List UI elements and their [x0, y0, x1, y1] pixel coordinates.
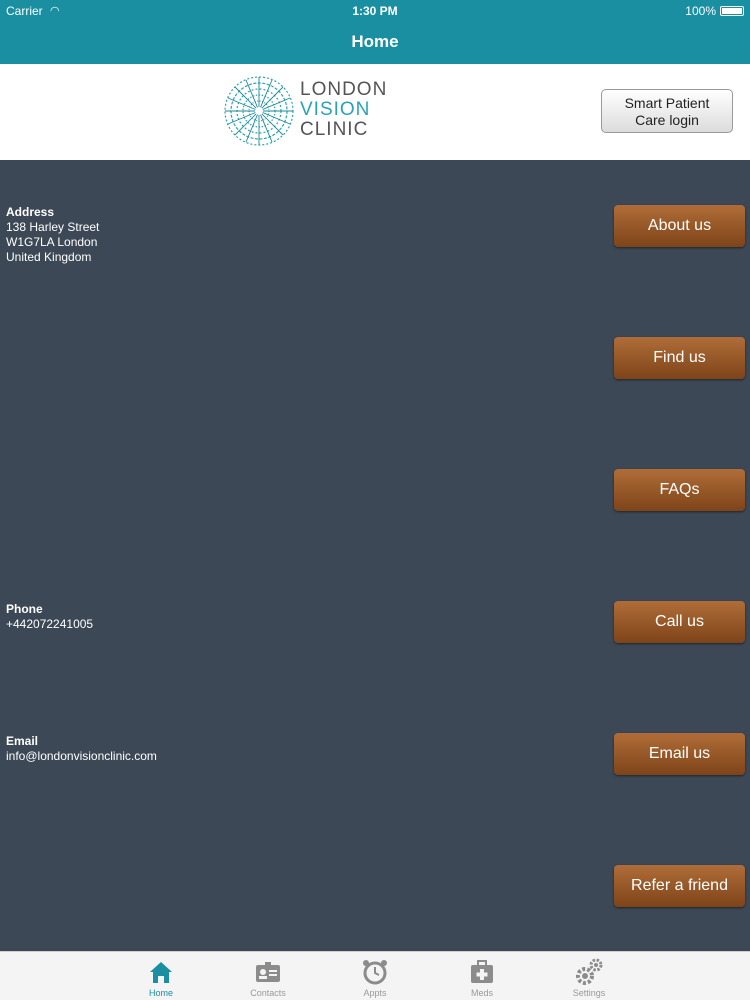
phone-label: Phone: [6, 602, 43, 616]
medical-kit-icon: [471, 960, 493, 983]
address-value: 138 Harley Street W1G7LA London United K…: [6, 220, 100, 264]
alarm-clock-icon: [363, 960, 387, 985]
clinic-wordmark: LONDON VISION CLINIC: [300, 80, 387, 140]
status-time: 1:30 PM: [352, 4, 398, 18]
logo-line-vision: VISION: [300, 99, 371, 120]
tab-meds-label: Meds: [470, 988, 493, 998]
status-bar: Carrier ◠ 1:30 PM 100%: [0, 0, 750, 22]
tab-contacts-label: Contacts: [250, 988, 286, 998]
page-title: Home: [351, 32, 399, 51]
battery-percent: 100%: [685, 4, 716, 18]
logo-line-london: LONDON: [300, 79, 388, 100]
battery-icon: [720, 6, 744, 16]
faqs-button[interactable]: FAQs: [614, 469, 745, 511]
tab-bar: Home Contacts Appts Meds Settings: [0, 951, 750, 1000]
phone-block: Phone +442072241005: [6, 602, 93, 632]
address-block: Address 138 Harley Street W1G7LA London …: [6, 205, 99, 265]
smart-patient-care-login-button[interactable]: Smart Patient Care login: [601, 89, 733, 133]
find-us-button[interactable]: Find us: [614, 337, 745, 379]
tab-contacts[interactable]: Contacts: [228, 952, 308, 1000]
email-value: info@londonvisionclinic.com: [6, 749, 157, 763]
gears-icon: [576, 958, 603, 985]
clinic-logo-icon: [224, 76, 294, 146]
tab-appts[interactable]: Appts: [335, 952, 415, 1000]
email-us-button[interactable]: Email us: [614, 733, 745, 775]
tab-settings[interactable]: Settings: [549, 952, 629, 1000]
logo-line-clinic: CLINIC: [300, 119, 369, 140]
about-us-button[interactable]: About us: [614, 205, 745, 247]
phone-value: +442072241005: [6, 617, 94, 631]
home-icon: [150, 962, 172, 983]
tab-home[interactable]: Home: [121, 952, 201, 1000]
tab-home-label: Home: [148, 988, 173, 998]
call-us-button[interactable]: Call us: [614, 601, 745, 643]
email-block: Email info@londonvisionclinic.com: [6, 734, 157, 764]
tab-settings-label: Settings: [572, 988, 606, 998]
email-label: Email: [6, 734, 39, 748]
address-label: Address: [6, 205, 55, 219]
tab-meds[interactable]: Meds: [442, 952, 522, 1000]
contacts-icon: [256, 962, 280, 982]
refer-a-friend-button[interactable]: Refer a friend: [614, 865, 745, 907]
navigation-bar: Home: [0, 22, 750, 64]
tab-appts-label: Appts: [363, 988, 387, 998]
